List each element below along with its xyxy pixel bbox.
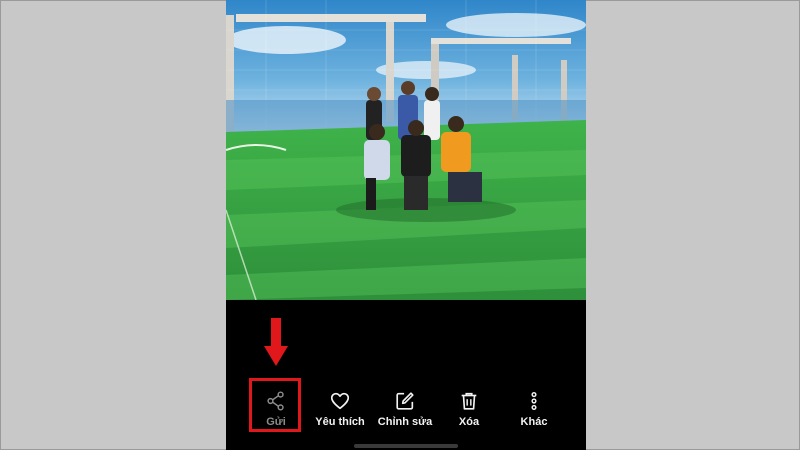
highlight-box <box>249 378 301 432</box>
more-button[interactable]: Khác <box>502 384 566 432</box>
more-vertical-icon <box>531 392 537 410</box>
down-arrow-annotation <box>264 318 288 366</box>
edit-button[interactable]: Chỉnh sửa <box>373 384 437 432</box>
gallery-photo[interactable] <box>226 0 586 300</box>
edit-label: Chỉnh sửa <box>377 416 433 428</box>
heart-icon <box>330 392 350 410</box>
photo-image <box>226 0 586 300</box>
favorite-button[interactable]: Yêu thích <box>308 384 372 432</box>
phone-screen: Gửi Yêu thích Chỉnh sửa Xóa Khác <box>226 0 586 450</box>
delete-button[interactable]: Xóa <box>437 384 501 432</box>
delete-label: Xóa <box>458 416 480 428</box>
more-label: Khác <box>520 416 548 428</box>
edit-icon <box>396 392 414 410</box>
favorite-label: Yêu thích <box>315 416 365 428</box>
home-indicator <box>354 444 458 448</box>
trash-icon <box>461 392 477 410</box>
